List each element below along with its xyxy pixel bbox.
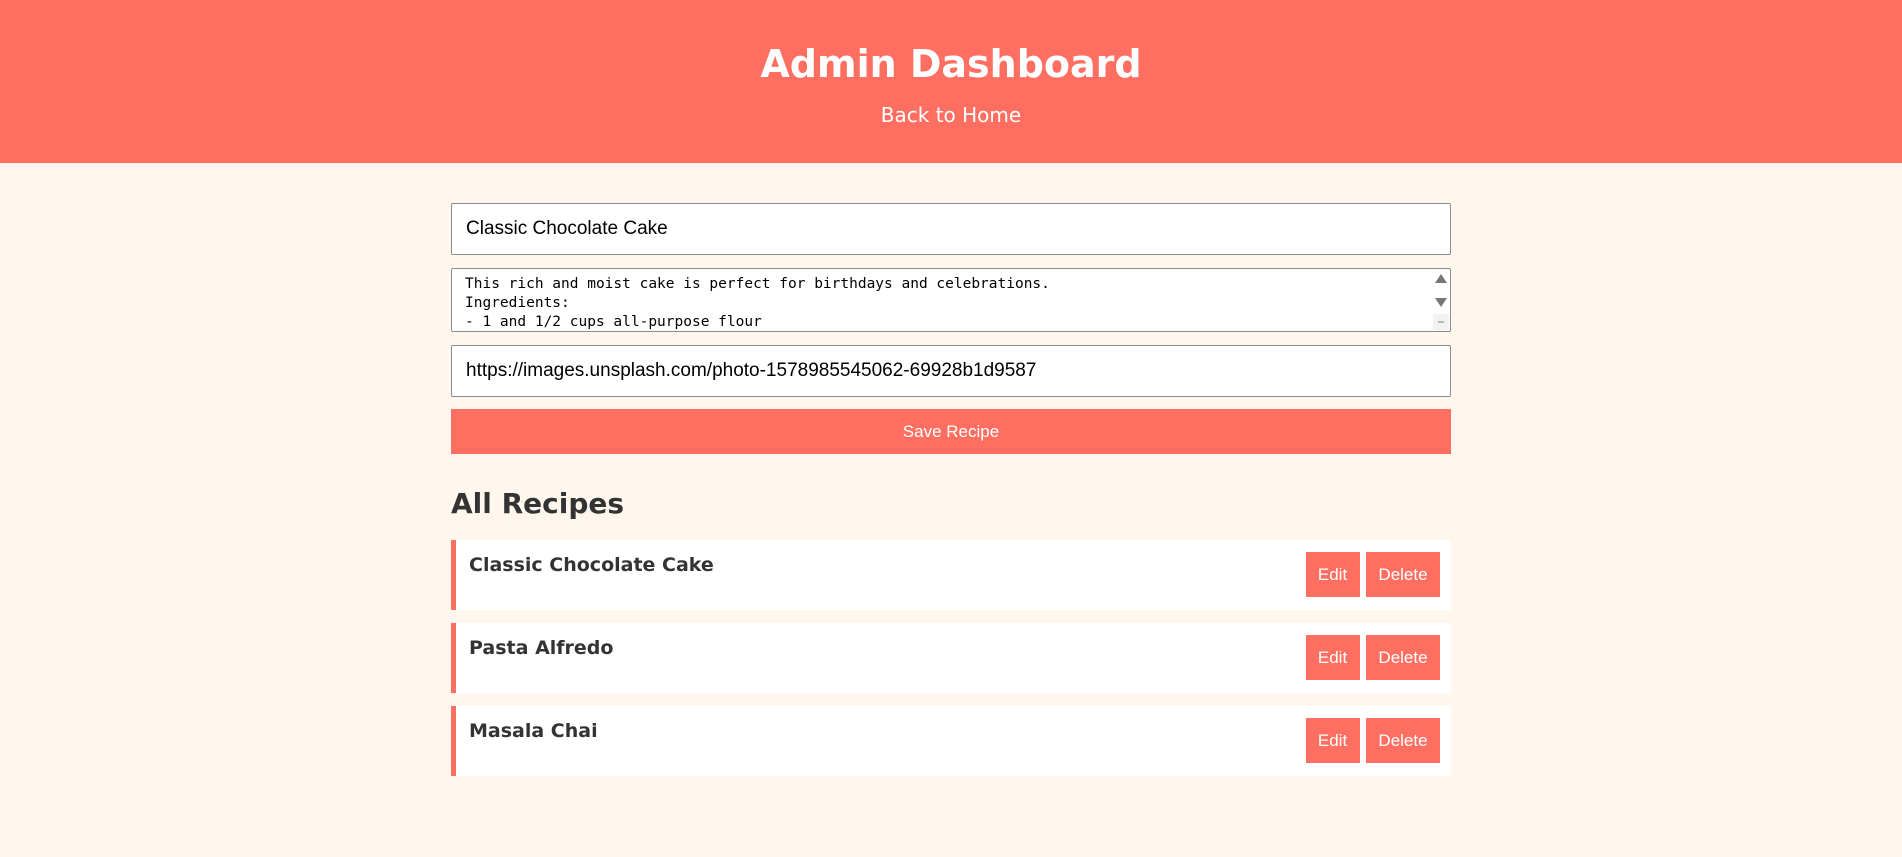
page-header: Admin Dashboard Back to Home: [0, 0, 1902, 163]
main-content: This rich and moist cake is perfect for …: [451, 163, 1451, 776]
recipe-description-wrapper: This rich and moist cake is perfect for …: [451, 268, 1451, 332]
recipe-list: Classic Chocolate Cake Edit Delete Pasta…: [451, 540, 1451, 776]
recipe-title: Masala Chai: [469, 720, 598, 742]
scroll-up-arrow-icon[interactable]: [1435, 274, 1447, 283]
back-to-home-link[interactable]: Back to Home: [881, 103, 1021, 127]
recipe-card: Classic Chocolate Cake Edit Delete: [451, 540, 1451, 610]
delete-recipe-button[interactable]: Delete: [1366, 552, 1440, 597]
page-title: Admin Dashboard: [760, 42, 1142, 86]
recipe-actions: Edit Delete: [1304, 718, 1440, 763]
recipe-title: Pasta Alfredo: [469, 637, 614, 659]
recipe-actions: Edit Delete: [1304, 635, 1440, 680]
recipe-actions: Edit Delete: [1304, 552, 1440, 597]
scroll-down-arrow-icon[interactable]: [1435, 298, 1447, 307]
recipe-image-url-input[interactable]: [451, 345, 1451, 397]
resize-grip-icon[interactable]: −: [1433, 314, 1449, 330]
delete-recipe-button[interactable]: Delete: [1366, 718, 1440, 763]
recipe-card: Masala Chai Edit Delete: [451, 706, 1451, 776]
recipe-title: Classic Chocolate Cake: [469, 554, 714, 576]
edit-recipe-button[interactable]: Edit: [1305, 718, 1360, 763]
recipe-card: Pasta Alfredo Edit Delete: [451, 623, 1451, 693]
edit-recipe-button[interactable]: Edit: [1305, 635, 1360, 680]
edit-recipe-button[interactable]: Edit: [1305, 552, 1360, 597]
recipe-description-textarea[interactable]: This rich and moist cake is perfect for …: [451, 268, 1451, 332]
save-recipe-button[interactable]: Save Recipe: [451, 409, 1451, 454]
delete-recipe-button[interactable]: Delete: [1366, 635, 1440, 680]
recipe-title-input[interactable]: [451, 203, 1451, 255]
all-recipes-heading: All Recipes: [451, 487, 625, 520]
recipe-form: This rich and moist cake is perfect for …: [451, 203, 1451, 454]
